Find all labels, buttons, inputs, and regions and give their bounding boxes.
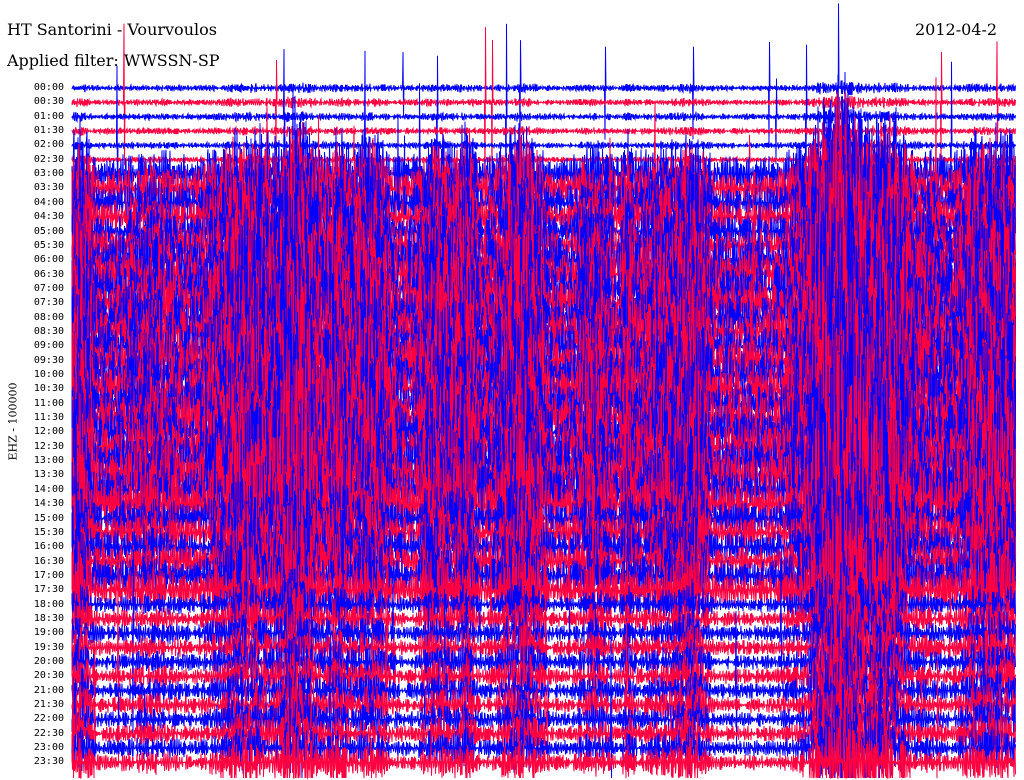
y-axis-label: EHZ - 100000 [6, 382, 20, 461]
time-tick-label: 15:00 [33, 512, 64, 524]
time-tick-label: 14:00 [33, 483, 64, 495]
time-tick-label: 08:30 [33, 325, 64, 337]
time-tick-label: 13:30 [33, 469, 64, 481]
time-tick-label: 20:30 [33, 670, 64, 682]
time-tick-label: 13:00 [33, 455, 64, 467]
time-tick-label: 17:00 [33, 569, 64, 581]
time-tick-label: 21:00 [33, 684, 64, 696]
time-tick-label: 04:30 [33, 211, 64, 223]
time-tick-label: 22:30 [33, 727, 64, 739]
time-tick-label: 22:00 [33, 713, 64, 725]
time-tick-label: 16:00 [33, 541, 64, 553]
time-tick-label: 20:00 [33, 656, 64, 667]
time-tick-label: 19:30 [33, 641, 64, 653]
time-tick-label: 10:00 [33, 369, 64, 380]
time-tick-label: 12:30 [33, 440, 64, 452]
time-tick-label: 18:00 [33, 598, 64, 610]
time-tick-label: 07:00 [33, 282, 64, 294]
trace-0130 [71, 124, 1016, 139]
time-tick-label: 16:30 [33, 555, 64, 567]
time-tick-label: 00:00 [33, 82, 64, 93]
time-tick-label: 01:30 [33, 125, 64, 137]
time-tick-label: 09:30 [33, 354, 64, 366]
time-tick-label: 00:30 [33, 96, 64, 108]
date-label: 2012-04-2 [915, 20, 998, 39]
time-tick-label: 21:30 [33, 699, 64, 711]
time-tick-label: 01:00 [33, 110, 64, 122]
time-tick-label: 11:00 [33, 397, 64, 409]
filter-label: Applied filter: WWSSN-SP [7, 51, 220, 70]
time-tick-label: 05:00 [33, 225, 64, 237]
time-tick-label: 23:30 [33, 756, 64, 768]
time-tick-label: 10:30 [33, 383, 64, 395]
time-tick-label: 08:00 [33, 311, 64, 323]
time-tick-label: 11:30 [33, 412, 64, 424]
time-tick-label: 03:30 [33, 182, 64, 194]
time-tick-label: 02:00 [33, 139, 64, 151]
time-tick-label: 05:30 [33, 239, 64, 251]
time-tick-label: 17:30 [33, 584, 64, 596]
time-tick-label: 14:30 [33, 498, 64, 510]
time-tick-label: 06:00 [33, 254, 64, 266]
time-tick-label: 15:30 [33, 526, 64, 538]
helicorder-plot [71, 3, 1016, 780]
time-tick-label: 04:00 [33, 196, 64, 208]
time-tick-label: 02:30 [33, 153, 64, 165]
station-title: HT Santorini - Vourvoulos [7, 20, 217, 39]
time-tick-label: 03:00 [33, 168, 64, 180]
time-tick-label: 09:00 [33, 340, 64, 352]
time-tick-label: 19:00 [33, 627, 64, 639]
time-tick-label: 06:30 [33, 268, 64, 280]
time-tick-label: 18:30 [33, 612, 64, 624]
time-tick-label: 12:00 [33, 426, 64, 438]
time-tick-label: 23:00 [33, 742, 64, 754]
time-tick-label: 07:30 [33, 297, 64, 309]
